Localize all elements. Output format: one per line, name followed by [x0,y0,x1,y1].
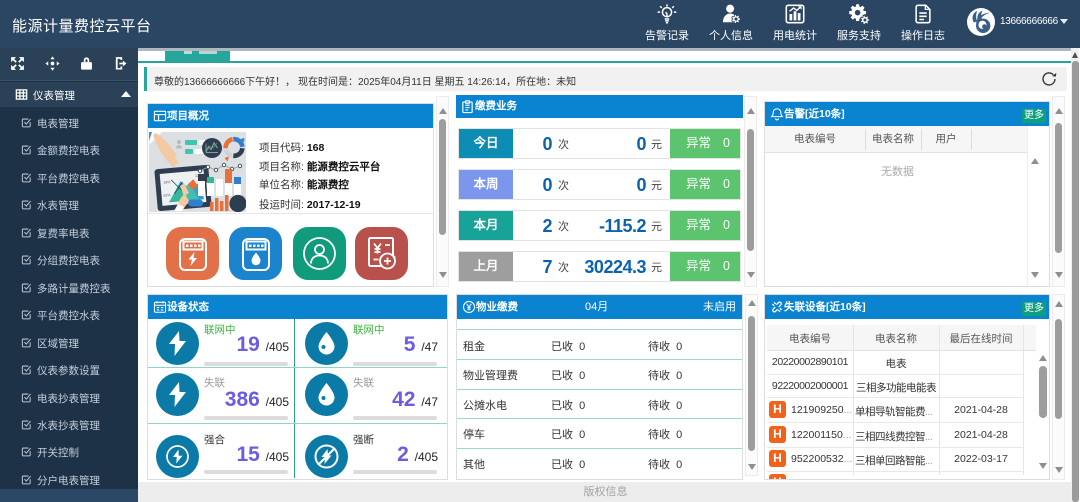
svg-text:62%: 62% [163,193,170,198]
svg-text:18%: 18% [163,180,170,185]
